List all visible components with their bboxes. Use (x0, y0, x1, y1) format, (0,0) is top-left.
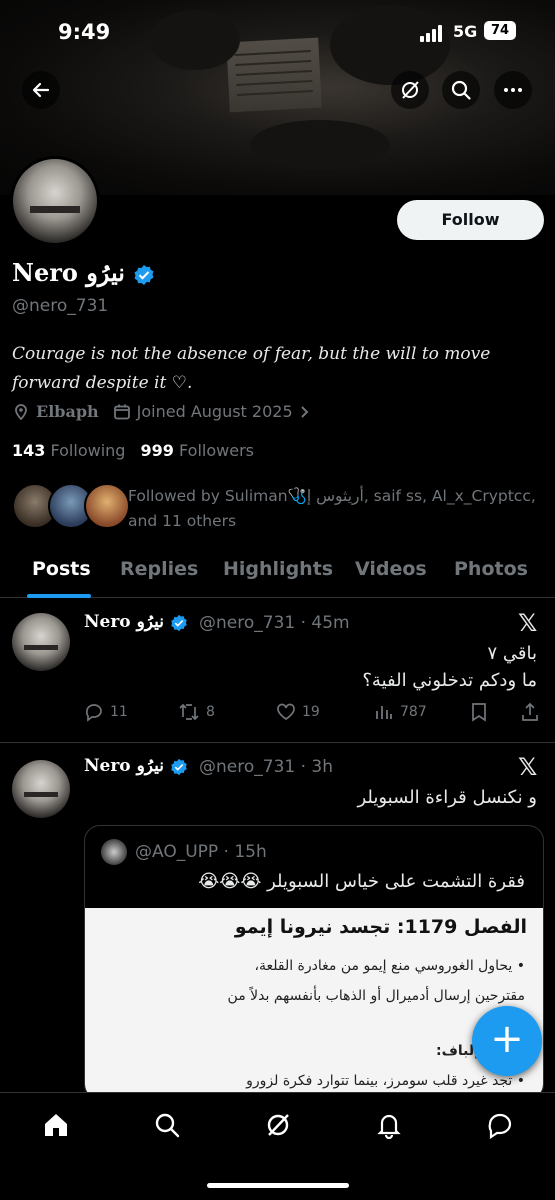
post-actions: 11 8 19 787 (84, 702, 544, 726)
profile-meta: Elbaph Joined August 2025 (12, 402, 311, 421)
reply-count: 11 (110, 704, 128, 720)
x-logo-icon: 𝕏 (518, 753, 538, 781)
quote-meta: @AO_UPP · 15h (135, 842, 267, 862)
more-button[interactable] (494, 71, 532, 109)
status-time: 9:49 (58, 20, 111, 44)
post-author-text: Nero نيرُو (84, 756, 165, 776)
signal-icon (420, 24, 448, 42)
repost-count: 8 (206, 704, 215, 720)
status-bar: 9:49 5G 74 (0, 18, 555, 48)
views-count: 787 (400, 704, 427, 720)
banner-sheet-music (226, 37, 322, 113)
home-indicator (207, 1183, 349, 1188)
plus-icon: + (490, 1016, 524, 1062)
profile-location: Elbaph (36, 402, 99, 421)
verified-badge-icon (171, 614, 187, 631)
back-button[interactable] (22, 71, 60, 109)
grok-nav-icon[interactable] (264, 1111, 292, 1139)
quote-image[interactable]: الفصل 1179: تجسد نيرونا إيمو • يحاول الغ… (85, 908, 543, 1099)
following-label: Following (50, 441, 126, 460)
bookmark-icon (472, 703, 486, 722)
views-chart-icon (376, 706, 392, 719)
quote-text: فقرة التشمت على خياس السبويلر 😭😭😭 (198, 871, 525, 892)
profile-bio: Courage is not the absence of fear, but … (12, 344, 491, 393)
followers-link[interactable]: 999 Followers (141, 441, 254, 460)
followers-label: Followers (179, 441, 254, 460)
like-button[interactable]: 19 (276, 702, 320, 722)
active-tab-indicator (27, 594, 91, 598)
search-nav-icon[interactable] (153, 1111, 181, 1139)
following-count: 143 (12, 441, 46, 460)
tab-posts[interactable]: Posts (32, 558, 91, 580)
quote-image-line: • يحاول الغوروسي منع إيمو من مغادرة القل… (254, 958, 525, 974)
tab-photos[interactable]: Photos (454, 558, 528, 580)
repost-icon (179, 703, 199, 721)
more-dots-icon (504, 88, 522, 92)
bookmark-button[interactable] (470, 702, 488, 722)
quoted-post[interactable]: @AO_UPP · 15h فقرة التشمت على خياس السبو… (84, 825, 544, 1100)
notifications-icon[interactable] (375, 1111, 403, 1139)
quote-header: @AO_UPP · 15h (101, 839, 267, 865)
quote-image-line: • تجد غيرد قلب سومرز، بينما تتوارد فكرة … (246, 1073, 525, 1089)
heart-icon (277, 703, 295, 721)
profile-tabs: Posts Replies Highlights Videos Photos (0, 550, 555, 598)
calendar-icon (113, 404, 130, 419)
quote-image-title: الفصل 1179: تجسد نيرونا إيمو (234, 916, 527, 938)
back-arrow-icon (32, 82, 50, 98)
location-icon (15, 403, 27, 420)
profile-joined: Joined August 2025 (136, 402, 293, 421)
post-text-line: باقي ٧ (487, 643, 538, 664)
reply-button[interactable]: 11 (84, 702, 128, 722)
chevron-right-icon[interactable] (299, 405, 311, 419)
post-avatar[interactable] (12, 613, 70, 671)
messages-icon[interactable] (486, 1111, 514, 1139)
follow-button[interactable]: Follow (397, 200, 544, 240)
tab-highlights[interactable]: Highlights (223, 558, 333, 580)
post-meta: @nero_731 · 3h (199, 757, 333, 777)
post-avatar[interactable] (12, 760, 70, 818)
verified-badge-icon[interactable] (133, 264, 155, 286)
search-button[interactable] (442, 71, 480, 109)
post-author-name[interactable]: Nero نيرُو (84, 612, 188, 632)
grok-icon (402, 81, 419, 99)
profile-name: Nero نيرُو (12, 258, 155, 287)
repost-button[interactable]: 8 (178, 702, 215, 722)
share-icon (522, 702, 538, 721)
like-count: 19 (302, 704, 320, 720)
grok-button[interactable] (391, 71, 429, 109)
post-author-text: Nero نيرُو (84, 612, 165, 632)
search-icon (451, 80, 471, 100)
follow-counts: 143 Following 999 Followers (12, 441, 254, 460)
network-label: 5G (453, 22, 478, 41)
views-button[interactable]: 787 (374, 702, 427, 722)
reply-icon (85, 704, 102, 722)
share-button[interactable] (520, 702, 540, 722)
profile-avatar[interactable] (10, 156, 100, 246)
followed-by-text[interactable]: Followed by Suliman🩺أريثوس إ, saif ss, A… (128, 484, 548, 534)
tab-replies[interactable]: Replies (120, 558, 198, 580)
follower-avatar (84, 483, 130, 529)
post-divider (0, 742, 555, 743)
profile-name-text: Nero نيرُو (12, 258, 125, 287)
post-text-line: و نكنسل قراءة السبويلر (357, 787, 537, 808)
compose-button[interactable]: + (472, 1006, 542, 1076)
battery-icon: 74 (484, 21, 516, 40)
post-author-name[interactable]: Nero نيرُو (84, 756, 188, 776)
quote-avatar (101, 839, 127, 865)
post-text-line: ما ودكم تدخلوني الفية؟ (362, 670, 537, 691)
following-link[interactable]: 143 Following (12, 441, 125, 460)
followers-count: 999 (140, 441, 174, 460)
home-icon[interactable] (42, 1111, 70, 1139)
x-logo-icon: 𝕏 (518, 609, 538, 637)
quote-image-line: مقترحين إرسال أدميرال أو الذهاب بأنفسهم … (227, 988, 525, 1004)
profile-handle: @nero_731 (12, 296, 109, 316)
tab-videos[interactable]: Videos (355, 558, 427, 580)
post-meta: @nero_731 · 45m (199, 613, 350, 633)
verified-badge-icon (171, 758, 187, 775)
